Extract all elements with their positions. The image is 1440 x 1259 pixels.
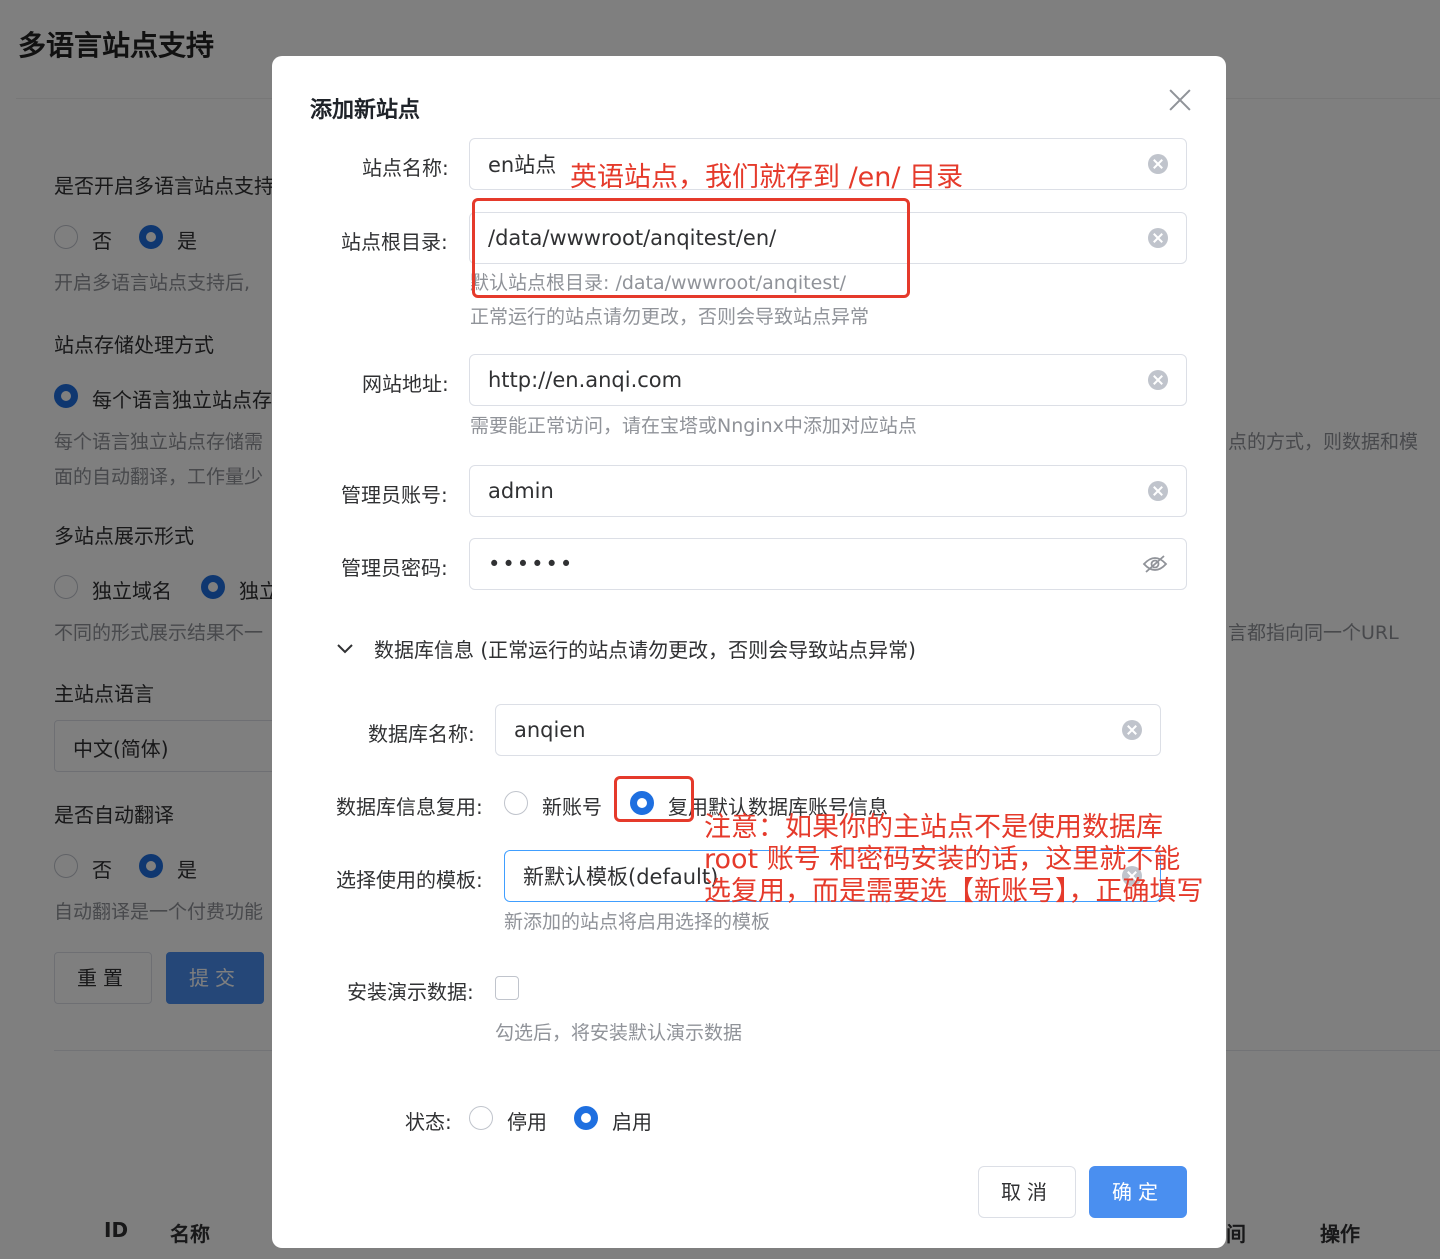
close-icon[interactable] bbox=[1168, 88, 1192, 112]
clear-icon[interactable] bbox=[1122, 720, 1142, 740]
eye-hidden-icon[interactable] bbox=[1142, 554, 1168, 574]
status-off-radio[interactable] bbox=[469, 1106, 493, 1130]
confirm-button[interactable]: 确定 bbox=[1089, 1166, 1187, 1218]
chevron-down-icon bbox=[337, 643, 353, 653]
site-url-label: 网站地址: bbox=[362, 372, 449, 396]
clear-icon[interactable] bbox=[1148, 154, 1168, 174]
db-reuse-label: 数据库信息复用: bbox=[336, 795, 483, 819]
admin-password-value: •••••• bbox=[488, 552, 575, 576]
status-on-label: 启用 bbox=[612, 1110, 652, 1134]
status-on-radio[interactable] bbox=[574, 1106, 598, 1130]
status-off-label: 停用 bbox=[507, 1110, 547, 1134]
admin-password-label: 管理员密码: bbox=[341, 556, 448, 580]
clear-icon[interactable] bbox=[1148, 481, 1168, 501]
demo-data-label: 安装演示数据: bbox=[347, 980, 474, 1004]
db-name-value: anqien bbox=[514, 718, 586, 742]
root-dir-label: 站点根目录: bbox=[341, 230, 448, 254]
status-label: 状态: bbox=[405, 1110, 452, 1134]
annotation-note-2-line3: 选复用，而是需要选【新账号】，正确填写 bbox=[704, 876, 1204, 907]
template-help: 新添加的站点将启用选择的模板 bbox=[504, 911, 771, 933]
annotation-note-1: 英语站点，我们就存到 /en/ 目录 bbox=[570, 162, 964, 193]
annotation-box-reuse-radio bbox=[614, 776, 694, 822]
annotation-note-2-line1: 注意：如果你的主站点不是使用数据库 bbox=[704, 812, 1163, 843]
site-url-help: 需要能正常访问，请在宝塔或Nnginx中添加对应站点 bbox=[470, 415, 917, 437]
annotation-box-root-dir bbox=[472, 198, 910, 298]
site-name-label: 站点名称: bbox=[362, 156, 449, 180]
demo-data-help: 勾选后，将安装默认演示数据 bbox=[495, 1022, 743, 1044]
site-url-input[interactable]: http://en.anqi.com bbox=[469, 354, 1187, 406]
clear-icon[interactable] bbox=[1148, 370, 1168, 390]
db-section-title: 数据库信息 (正常运行的站点请勿更改，否则会导致站点异常) bbox=[374, 638, 916, 662]
root-dir-warning: 正常运行的站点请勿更改，否则会导致站点异常 bbox=[470, 306, 870, 328]
site-url-value: http://en.anqi.com bbox=[488, 368, 683, 392]
demo-data-checkbox[interactable] bbox=[495, 976, 519, 1000]
db-reuse-new-label: 新账号 bbox=[542, 795, 602, 819]
db-reuse-new-radio[interactable] bbox=[504, 791, 528, 815]
admin-password-input[interactable]: •••••• bbox=[469, 538, 1187, 590]
admin-account-input[interactable]: admin bbox=[469, 465, 1187, 517]
admin-account-value: admin bbox=[488, 479, 554, 503]
db-section-header[interactable]: 数据库信息 (正常运行的站点请勿更改，否则会导致站点异常) bbox=[336, 634, 916, 663]
db-name-input[interactable]: anqien bbox=[495, 704, 1161, 756]
template-label: 选择使用的模板: bbox=[336, 868, 483, 892]
dialog-title: 添加新站点 bbox=[310, 98, 421, 123]
clear-icon[interactable] bbox=[1148, 228, 1168, 248]
db-name-label: 数据库名称: bbox=[368, 722, 475, 746]
cancel-button[interactable]: 取消 bbox=[978, 1166, 1076, 1218]
annotation-note-2-line2: root 账号 和密码安装的话，这里就不能 bbox=[704, 844, 1181, 875]
admin-account-label: 管理员账号: bbox=[341, 483, 448, 507]
